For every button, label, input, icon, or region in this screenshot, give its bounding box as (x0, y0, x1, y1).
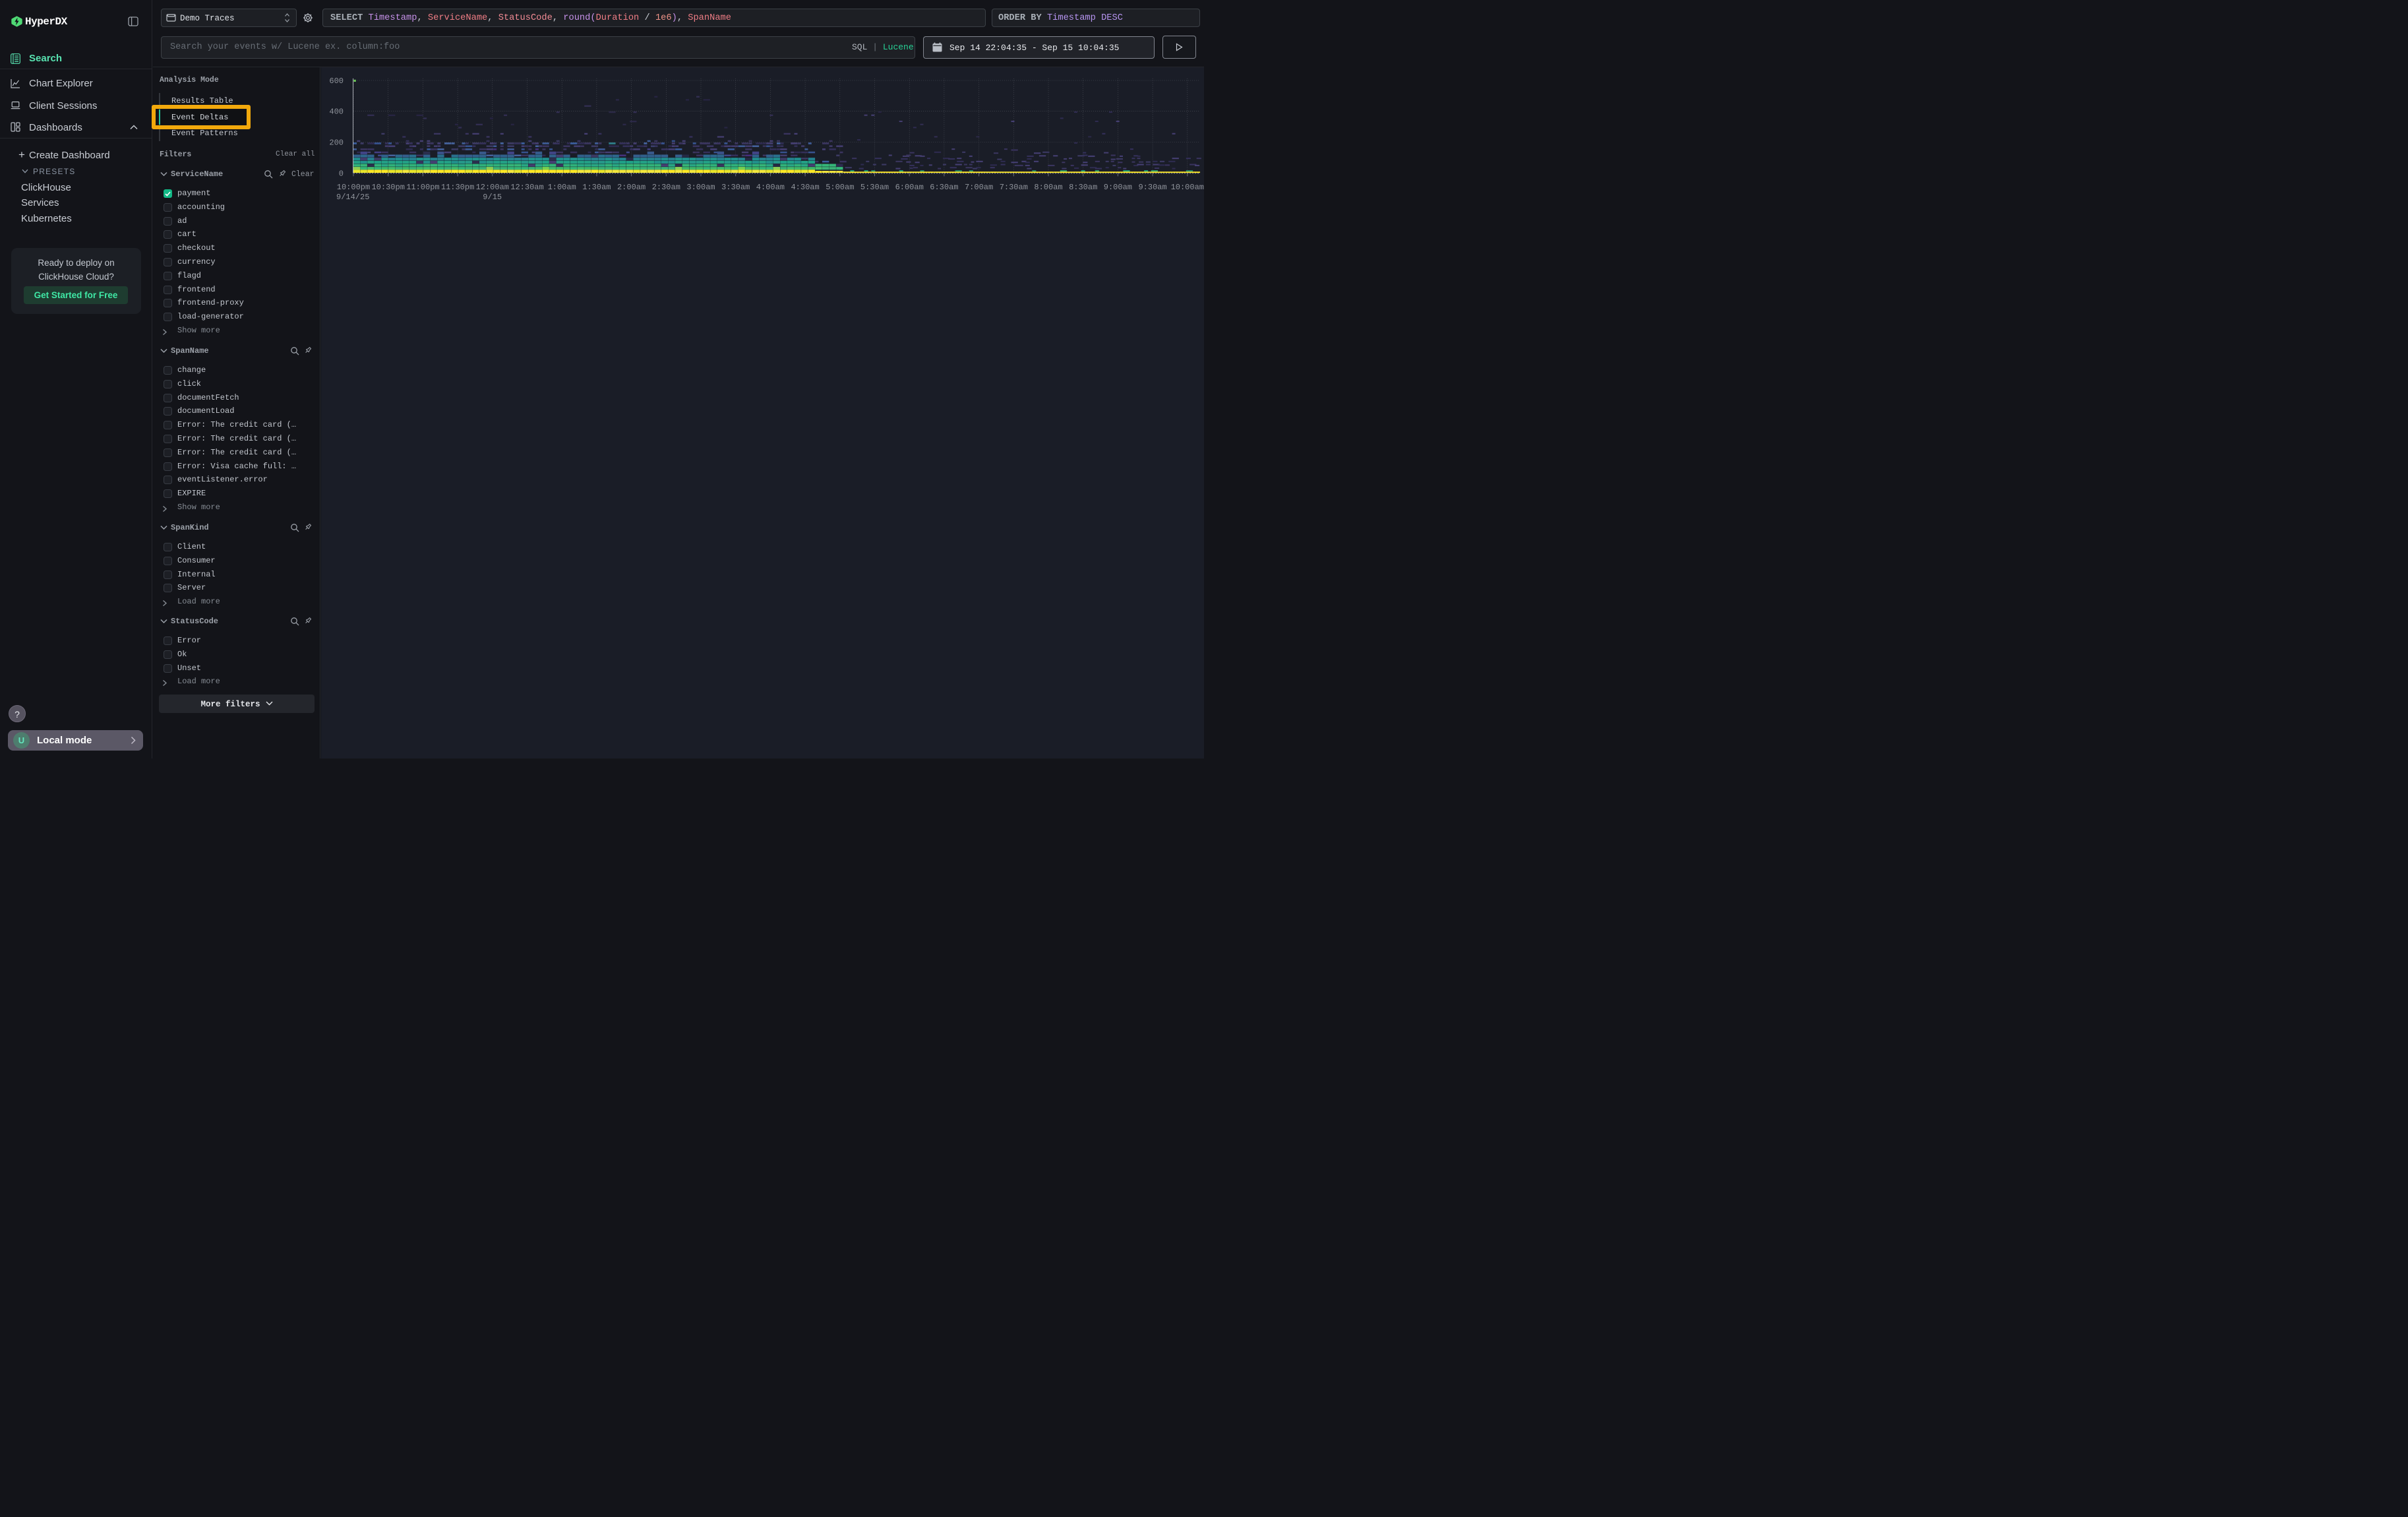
svg-text:200: 200 (329, 139, 344, 148)
svg-text:5:00am: 5:00am (826, 183, 854, 192)
svg-text:2:30am: 2:30am (652, 183, 680, 192)
svg-text:600: 600 (329, 77, 344, 86)
svg-text:4:00am: 4:00am (756, 183, 785, 192)
svg-text:8:00am: 8:00am (1034, 183, 1062, 192)
svg-text:12:30am: 12:30am (510, 183, 543, 192)
svg-text:11:00pm: 11:00pm (406, 183, 439, 192)
svg-text:3:30am: 3:30am (721, 183, 750, 192)
svg-text:1:30am: 1:30am (582, 183, 611, 192)
svg-text:10:30pm: 10:30pm (371, 183, 404, 192)
svg-text:7:00am: 7:00am (965, 183, 993, 192)
svg-text:9:00am: 9:00am (1104, 183, 1132, 192)
svg-text:6:00am: 6:00am (895, 183, 924, 192)
svg-text:1:00am: 1:00am (548, 183, 576, 192)
svg-text:400: 400 (329, 108, 344, 117)
svg-text:10:00am: 10:00am (1171, 183, 1204, 192)
svg-text:11:30pm: 11:30pm (441, 183, 474, 192)
svg-text:12:00am: 12:00am (476, 183, 509, 192)
svg-text:8:30am: 8:30am (1069, 183, 1097, 192)
svg-text:7:30am: 7:30am (1000, 183, 1028, 192)
svg-text:0: 0 (339, 169, 344, 178)
svg-text:4:30am: 4:30am (791, 183, 819, 192)
svg-text:9:30am: 9:30am (1138, 183, 1166, 192)
svg-text:10:00pm: 10:00pm (337, 183, 370, 192)
svg-text:5:30am: 5:30am (860, 183, 889, 192)
svg-text:9/14/25: 9/14/25 (336, 193, 369, 202)
svg-text:2:00am: 2:00am (617, 183, 646, 192)
svg-text:9/15: 9/15 (483, 193, 502, 202)
svg-text:6:30am: 6:30am (930, 183, 958, 192)
svg-text:3:00am: 3:00am (686, 183, 715, 192)
